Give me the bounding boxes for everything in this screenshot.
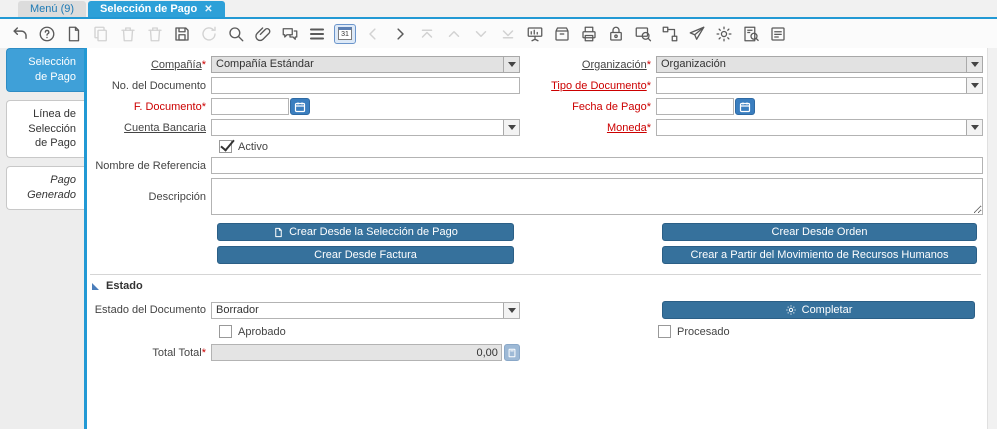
activo-checkbox[interactable] <box>219 140 232 153</box>
find-icon[interactable] <box>226 24 246 44</box>
label-fecha-pago: Fecha de Pago* <box>572 100 651 113</box>
detail-record-icon <box>471 24 491 44</box>
scrollbar[interactable] <box>987 48 997 429</box>
window-tab-bar: Menú (9) Selección de Pago ✕ <box>0 0 997 17</box>
no-documento-input[interactable] <box>211 77 520 94</box>
chevron-down-icon <box>503 120 519 135</box>
label-cuenta-bancaria[interactable]: Cuenta Bancaria <box>90 122 206 134</box>
fecha-pago-calendar-button[interactable] <box>735 98 755 115</box>
report-icon[interactable] <box>525 24 545 44</box>
moneda-select[interactable] <box>656 119 983 136</box>
organizacion-select: Organización <box>656 56 983 73</box>
aprobado-checkbox[interactable] <box>219 325 232 338</box>
chevron-down-icon <box>503 57 519 72</box>
tab-seleccion-de-pago[interactable]: Selección de Pago ✕ <box>88 1 225 17</box>
delete-record-icon <box>118 24 138 44</box>
copy-record-icon <box>91 24 111 44</box>
label-descripcion: Descripción <box>148 190 206 203</box>
fecha-pago-input[interactable] <box>656 98 734 115</box>
sidebar-tab-seleccion-de-pago[interactable]: Selección de Pago <box>6 48 84 92</box>
gear-icon <box>786 305 796 315</box>
toolbar: 31 <box>0 19 997 48</box>
calendar-glyph: 31 <box>338 27 352 40</box>
grid-toggle-icon[interactable] <box>307 24 327 44</box>
label-no-documento: No. del Documento <box>111 79 206 92</box>
crear-desde-seleccion-button[interactable]: Crear Desde la Selección de Pago <box>217 223 514 241</box>
first-record-icon <box>417 24 437 44</box>
cuenta-bancaria-select[interactable] <box>211 119 520 136</box>
archive-viewer-icon[interactable] <box>741 24 761 44</box>
label-estado-documento: Estado del Documento <box>94 304 206 316</box>
label-compania[interactable]: Compañía* <box>90 59 206 71</box>
collapse-group-icon[interactable] <box>92 282 99 290</box>
last-record-icon <box>498 24 518 44</box>
total-input <box>211 344 502 361</box>
chevron-down-icon <box>966 120 982 135</box>
f-documento-calendar-button[interactable] <box>290 98 310 115</box>
lock-icon[interactable] <box>606 24 626 44</box>
chevron-down-icon <box>503 302 519 318</box>
compania-select: Compañía Estándar <box>211 56 520 73</box>
sidebar-tab-pago-generado[interactable]: Pago Generado <box>6 166 84 210</box>
note-icon <box>275 227 282 237</box>
sidebar-tab-linea-de-seleccion[interactable]: Línea de Selección de Pago <box>6 99 84 159</box>
nombre-referencia-input[interactable] <box>211 157 983 174</box>
previous-record-icon <box>363 24 383 44</box>
estado-group: Estado Estado del Documento Borrador Com… <box>90 274 981 361</box>
chevron-down-icon <box>966 78 982 93</box>
chat-icon[interactable] <box>280 24 300 44</box>
refresh-icon <box>199 24 219 44</box>
archive-icon[interactable] <box>552 24 572 44</box>
close-tab-icon[interactable]: ✕ <box>204 4 212 15</box>
undo-icon[interactable] <box>10 24 30 44</box>
delete-selection-icon <box>145 24 165 44</box>
tab-sidebar: Selección de Pago Línea de Selección de … <box>0 48 84 429</box>
workflow-icon[interactable] <box>660 24 680 44</box>
label-total: Total Total* <box>152 346 206 359</box>
label-moneda[interactable]: Moneda* <box>525 122 651 134</box>
label-nombre-referencia: Nombre de Referencia <box>95 159 206 172</box>
preference-icon[interactable] <box>714 24 734 44</box>
label-f-documento: F. Documento* <box>133 100 206 113</box>
chevron-down-icon <box>966 57 982 72</box>
print-icon[interactable] <box>579 24 599 44</box>
procesado-checkbox[interactable] <box>658 325 671 338</box>
new-record-icon[interactable] <box>64 24 84 44</box>
calendar-icon[interactable]: 31 <box>334 23 356 44</box>
descripcion-textarea[interactable] <box>211 178 983 215</box>
send-icon[interactable] <box>687 24 707 44</box>
estado-group-title: Estado <box>106 280 143 292</box>
crear-desde-factura-button[interactable]: Crear Desde Factura <box>217 246 514 264</box>
save-icon[interactable] <box>172 24 192 44</box>
procesado-label: Procesado <box>677 325 730 338</box>
tipo-documento-select[interactable] <box>656 77 983 94</box>
next-record-icon[interactable] <box>390 24 410 44</box>
tab-menu[interactable]: Menú (9) <box>18 1 87 17</box>
estado-documento-select[interactable]: Borrador <box>211 301 520 319</box>
completar-button[interactable]: Completar <box>662 301 975 319</box>
parent-record-icon <box>444 24 464 44</box>
calculator-button <box>503 344 520 361</box>
form-panel: Compañía* Compañía Estándar Organización… <box>87 48 997 429</box>
f-documento-input[interactable] <box>211 98 289 115</box>
crear-desde-orden-button[interactable]: Crear Desde Orden <box>662 223 977 241</box>
help-icon[interactable] <box>37 24 57 44</box>
crear-desde-rrhh-button[interactable]: Crear a Partir del Movimiento de Recurso… <box>662 246 977 264</box>
report-view-icon[interactable] <box>768 24 788 44</box>
zoom-across-icon[interactable] <box>633 24 653 44</box>
attachment-icon[interactable] <box>253 24 273 44</box>
label-organizacion[interactable]: Organización* <box>525 59 651 71</box>
aprobado-label: Aprobado <box>238 325 286 338</box>
label-tipo-documento[interactable]: Tipo de Documento* <box>525 80 651 92</box>
activo-label: Activo <box>238 140 268 153</box>
